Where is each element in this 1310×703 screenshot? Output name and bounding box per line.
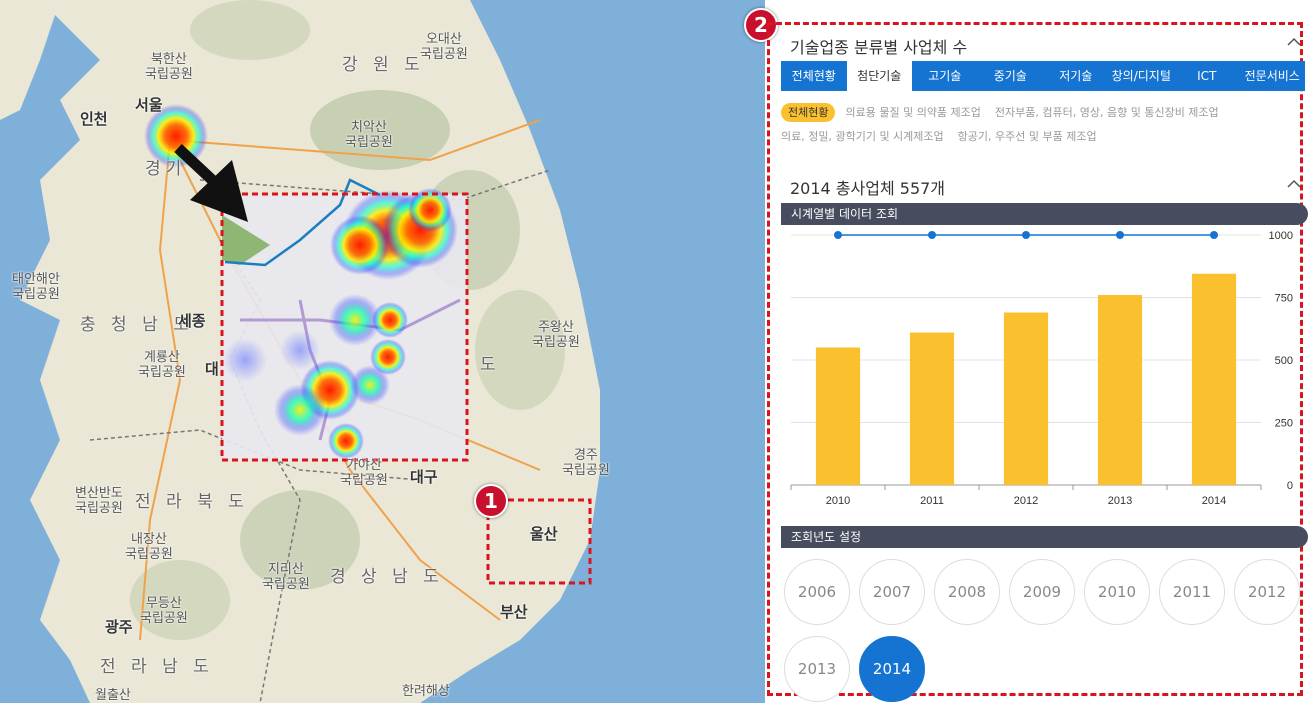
map-label-chungnam: 충 청 남 도 (80, 315, 194, 335)
bar (1191, 273, 1237, 485)
series-point (834, 231, 842, 239)
year-setting-header: 조회년도 설정 (781, 526, 1308, 548)
year-option-2012[interactable]: 2012 (1234, 559, 1300, 625)
map-label-jeonnam: 전 라 남 도 (100, 657, 214, 677)
map-label-gwangju: 광주 (105, 618, 133, 636)
year-option-2014[interactable]: 2014 (859, 636, 925, 702)
tech-category-tabs: 전체현황 첨단기술 고기술 중기술 저기술 창의/디지털 ICT 전문서비스 (781, 61, 1305, 91)
tab-mid-tech[interactable]: 중기술 (978, 61, 1044, 91)
map-label-gyeryongsan: 계룡산 국립공원 (138, 350, 186, 380)
map-label-incheon: 인천 (80, 110, 108, 128)
year-option-2007[interactable]: 2007 (859, 559, 925, 625)
map-label-odaesan: 오대산 국립공원 (420, 32, 468, 62)
y-tick-label: 500 (1275, 355, 1293, 367)
tab-low-tech[interactable]: 저기술 (1043, 61, 1109, 91)
x-tick-label: 2013 (1108, 495, 1132, 507)
series-point (928, 231, 936, 239)
map-label-gyeongnam: 경 상 남 도 (330, 567, 444, 587)
x-tick-label: 2012 (1014, 495, 1038, 507)
y-tick-label: 750 (1275, 293, 1293, 305)
x-tick-label: 2010 (826, 495, 850, 507)
map-label-busan: 부산 (500, 603, 528, 621)
map-label-daejeon: 대 (205, 360, 219, 378)
subcategory-pharma[interactable]: 의료용 물질 및 의약품 제조업 (845, 106, 980, 119)
series-point (1022, 231, 1030, 239)
timeseries-chart: 0 250 500 750 1000 2010 2011 2012 2013 2014 (790, 230, 1293, 507)
map-label-jirisan: 지리산 국립공원 (262, 562, 310, 592)
collapse-chevron-icon[interactable] (1286, 34, 1302, 50)
subcategory-list: 전체현황 의료용 물질 및 의약품 제조업 전자부품, 컴퓨터, 영상, 음향 및 … (781, 101, 1301, 149)
map-label-gangwon: 강 원 도 (342, 55, 425, 75)
tab-all[interactable]: 전체현황 (781, 61, 847, 91)
summary-title: 2014 총사업체 557개 (790, 179, 946, 198)
x-tick-label: 2011 (920, 495, 944, 507)
y-tick-label: 0 (1287, 480, 1293, 492)
map-label-hallyeo: 한려해상 (402, 684, 450, 699)
year-option-2006[interactable]: 2006 (784, 559, 850, 625)
map-canvas[interactable] (0, 0, 765, 703)
tab-creative-digital[interactable]: 창의/디지털 (1109, 61, 1175, 91)
subcategory-precision[interactable]: 의료, 정밀, 광학기기 및 시계제조업 (781, 130, 944, 143)
map-label-taean: 태안해안 국립공원 (12, 272, 60, 302)
tab-advanced-tech[interactable]: 첨단기술 (846, 61, 912, 91)
bar (815, 347, 861, 485)
map-label-juwangsan: 주왕산 국립공원 (532, 320, 580, 350)
map-label-gyeonggi: 경기 (145, 159, 187, 179)
map-label-wolchulsan: 월출산 (95, 688, 131, 703)
map-label-gayasan: 가야산 국립공원 (340, 458, 388, 488)
map-label-ulsan: 울산 (530, 525, 558, 543)
tab-ict[interactable]: ICT (1174, 61, 1240, 91)
bar (1097, 295, 1143, 485)
map-label-chiaksan: 치악산 국립공원 (345, 120, 393, 150)
year-option-2009[interactable]: 2009 (1009, 559, 1075, 625)
section-title: 기술업종 분류별 사업체 수 (790, 38, 968, 57)
map-label-sejong: 세종 (178, 312, 206, 330)
series-point (1116, 231, 1124, 239)
map-label-gyeongbuk: 도 (480, 355, 501, 375)
x-tick-label: 2014 (1202, 495, 1226, 507)
year-option-2013[interactable]: 2013 (784, 636, 850, 702)
map-label-naejangsan: 내장산 국립공원 (125, 532, 173, 562)
collapse-chevron-icon[interactable] (1286, 176, 1302, 192)
map-label-seoul: 서울 (135, 96, 163, 114)
map-label-daegu: 대구 (410, 468, 438, 486)
map-view[interactable]: 북한산 국립공원 서울 인천 경기 오대산 국립공원 강 원 도 치악산 국립공… (0, 0, 765, 703)
subcategory-all[interactable]: 전체현황 (781, 103, 836, 122)
map-label-gyeongju: 경주 국립공원 (562, 448, 610, 478)
series-point (1210, 231, 1218, 239)
year-option-2008[interactable]: 2008 (934, 559, 1000, 625)
bar (1003, 312, 1049, 485)
map-label-byeonsanbando: 변산반도 국립공원 (75, 486, 123, 516)
callout-badge-1: 1 (474, 484, 508, 518)
map-label-jeonbuk: 전 라 북 도 (135, 492, 249, 512)
tab-high-tech[interactable]: 고기술 (912, 61, 978, 91)
callout-badge-2: 2 (744, 8, 778, 42)
tab-professional-services[interactable]: 전문서비스 (1240, 61, 1306, 91)
year-option-2010[interactable]: 2010 (1084, 559, 1150, 625)
bar (909, 332, 955, 485)
subcategory-electronics[interactable]: 전자부품, 컴퓨터, 영상, 음향 및 통신장비 제조업 (995, 106, 1219, 119)
year-option-2011[interactable]: 2011 (1159, 559, 1225, 625)
timeseries-header: 시계열별 데이터 조회 (781, 203, 1308, 225)
map-label-mudeungsan: 무등산 국립공원 (140, 596, 188, 626)
y-tick-label: 1000 (1269, 230, 1293, 242)
map-label-bukhansan: 북한산 국립공원 (145, 52, 193, 82)
y-tick-label: 250 (1275, 418, 1293, 430)
subcategory-aerospace[interactable]: 항공기, 우주선 및 부품 제조업 (958, 130, 1097, 143)
